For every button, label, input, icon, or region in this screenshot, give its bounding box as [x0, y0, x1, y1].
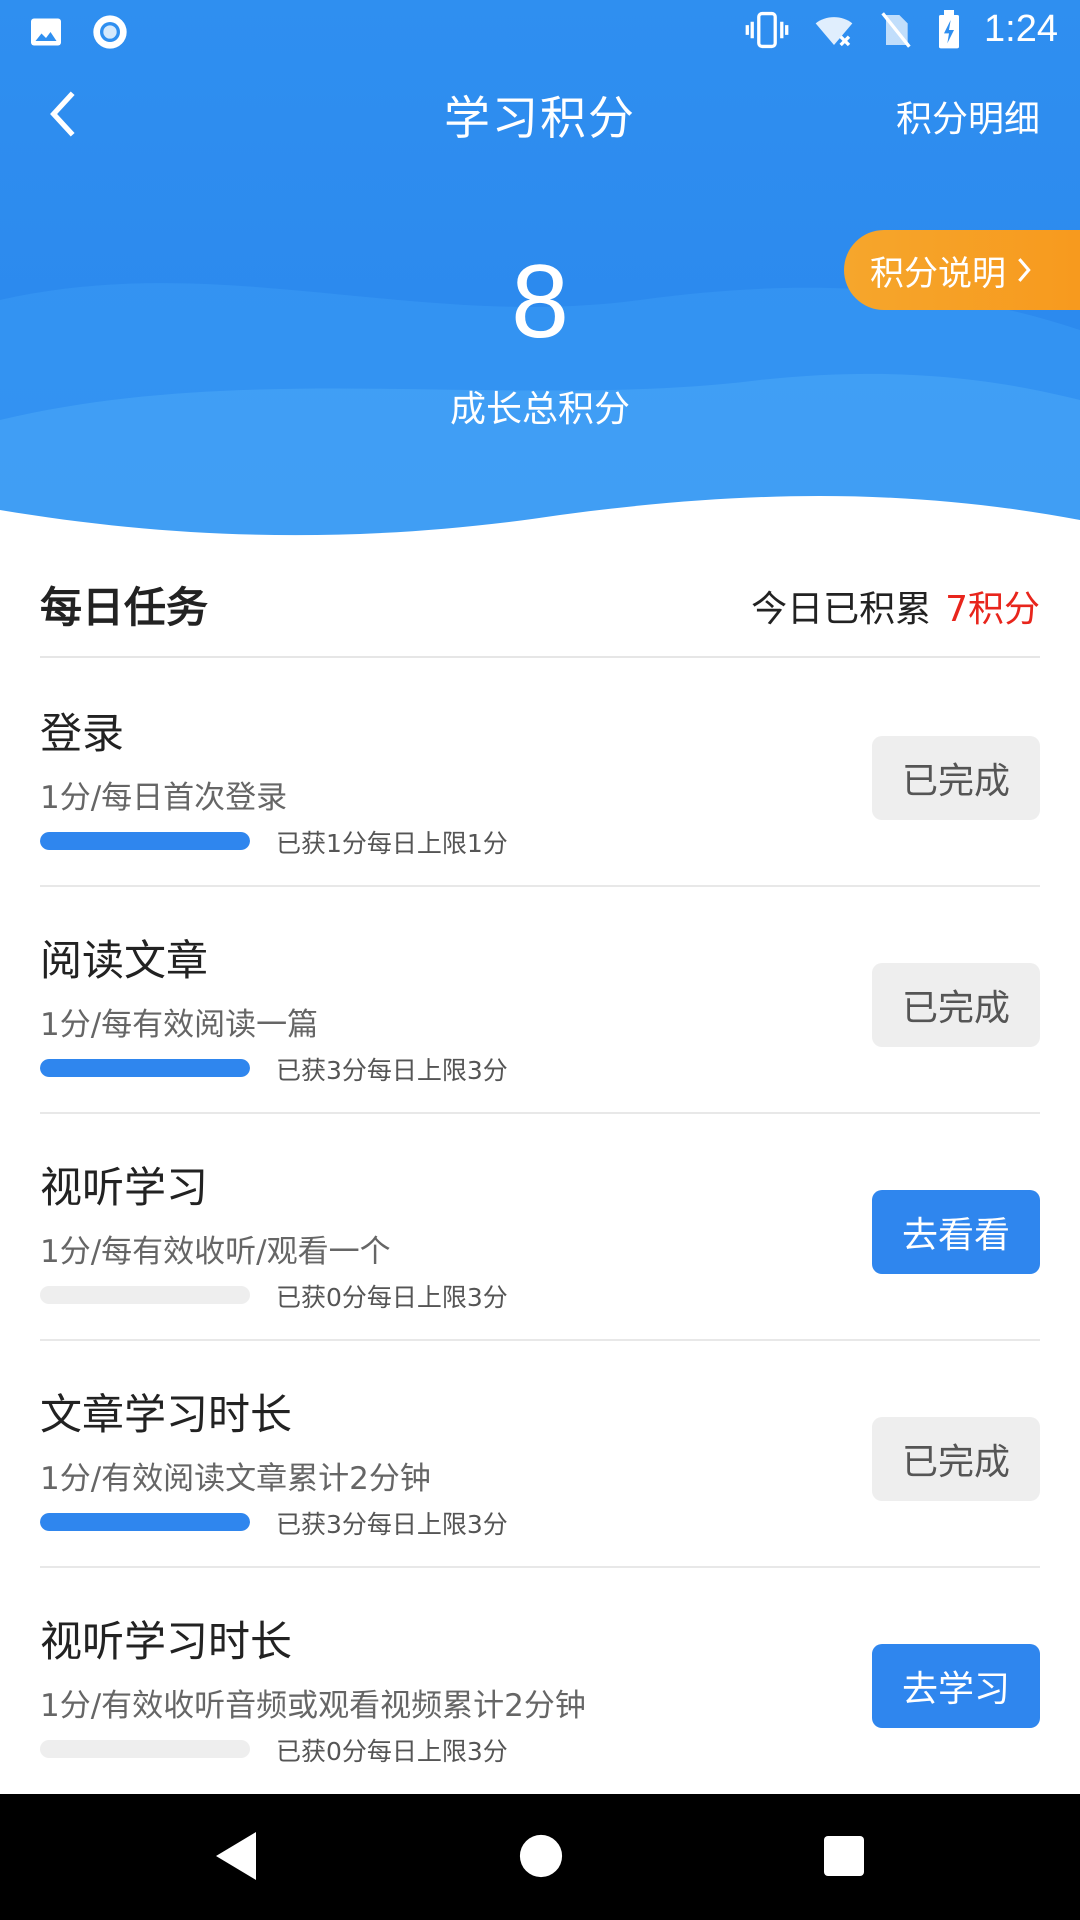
task-item: 视听学习时长 1分/有效收听音频或观看视频累计2分钟 已获0分每日上限3分 去学… — [40, 1568, 1040, 1795]
today-points-prefix: 今日已积累 — [751, 589, 932, 630]
daily-tasks-header: 每日任务 今日已积累 7积分 — [40, 572, 1040, 658]
today-points: 今日已积累 7积分 — [751, 580, 1040, 632]
task-done-button[interactable]: 已完成 — [872, 963, 1040, 1047]
home-circle-icon[interactable] — [518, 1830, 564, 1882]
task-progress-text: 已获3分每日上限3分 — [276, 1510, 508, 1539]
task-item: 文章学习时长 1分/有效阅读文章累计2分钟 已获3分每日上限3分 已完成 — [40, 1341, 1040, 1568]
clock: 1:24 — [984, 8, 1058, 50]
task-progress-text: 已获1分每日上限1分 — [276, 829, 508, 858]
wifi-off-icon — [815, 16, 853, 46]
task-item: 视听学习 1分/每有效收听/观看一个 已获0分每日上限3分 去看看 — [40, 1114, 1040, 1341]
system-navigation-bar — [0, 1794, 1080, 1920]
task-desc: 1分/每有效阅读一篇 — [40, 1007, 319, 1043]
header-banner: 1:24 学习积分 积分明细 积分说明 8 成长总积分 — [0, 0, 1080, 560]
task-progress-bar — [40, 1286, 250, 1304]
top-navbar: 学习积分 积分明细 — [0, 68, 1080, 158]
task-progress-text: 已获0分每日上限3分 — [276, 1737, 508, 1766]
task-done-button[interactable]: 已完成 — [872, 736, 1040, 820]
task-progress-fill — [40, 832, 250, 850]
task-go-study-button[interactable]: 去学习 — [872, 1644, 1040, 1728]
task-progress-fill — [40, 1513, 250, 1531]
points-detail-link[interactable]: 积分明细 — [896, 90, 1040, 142]
status-bar: 1:24 — [0, 0, 1080, 64]
back-triangle-icon[interactable] — [212, 1830, 260, 1882]
task-desc: 1分/有效阅读文章累计2分钟 — [40, 1461, 431, 1497]
task-title: 视听学习 — [40, 1163, 209, 1212]
task-done-button[interactable]: 已完成 — [872, 1417, 1040, 1501]
task-progress-text: 已获3分每日上限3分 — [276, 1056, 508, 1085]
task-title: 登录 — [40, 709, 125, 758]
task-progress-fill — [40, 1059, 250, 1077]
daily-tasks-title: 每日任务 — [40, 583, 209, 632]
task-item: 阅读文章 1分/每有效阅读一篇 已获3分每日上限3分 已完成 — [40, 887, 1040, 1114]
task-desc: 1分/每日首次登录 — [40, 780, 288, 816]
task-title: 阅读文章 — [40, 936, 209, 985]
task-go-watch-button[interactable]: 去看看 — [872, 1190, 1040, 1274]
today-points-value: 7积分 — [945, 589, 1040, 630]
image-icon — [31, 18, 61, 46]
task-progress-bar — [40, 1059, 250, 1077]
task-progress-text: 已获0分每日上限3分 — [276, 1283, 508, 1312]
task-progress-bar — [40, 832, 250, 850]
vibrate-icon — [745, 11, 789, 48]
task-title: 文章学习时长 — [40, 1390, 293, 1439]
task-item: 登录 1分/每日首次登录 已获1分每日上限1分 已完成 — [40, 660, 1040, 887]
record-icon — [93, 15, 127, 49]
total-points-label: 成长总积分 — [449, 389, 630, 430]
task-progress-bar — [40, 1513, 250, 1531]
task-title: 视听学习时长 — [40, 1617, 293, 1666]
no-sim-icon — [881, 11, 911, 48]
task-progress-bar — [40, 1740, 250, 1758]
battery-charging-icon — [939, 9, 960, 48]
task-desc: 1分/每有效收听/观看一个 — [40, 1234, 391, 1270]
task-desc: 1分/有效收听音频或观看视频累计2分钟 — [40, 1688, 586, 1724]
total-points-value: 8 — [511, 244, 569, 360]
recents-square-icon[interactable] — [822, 1830, 866, 1882]
